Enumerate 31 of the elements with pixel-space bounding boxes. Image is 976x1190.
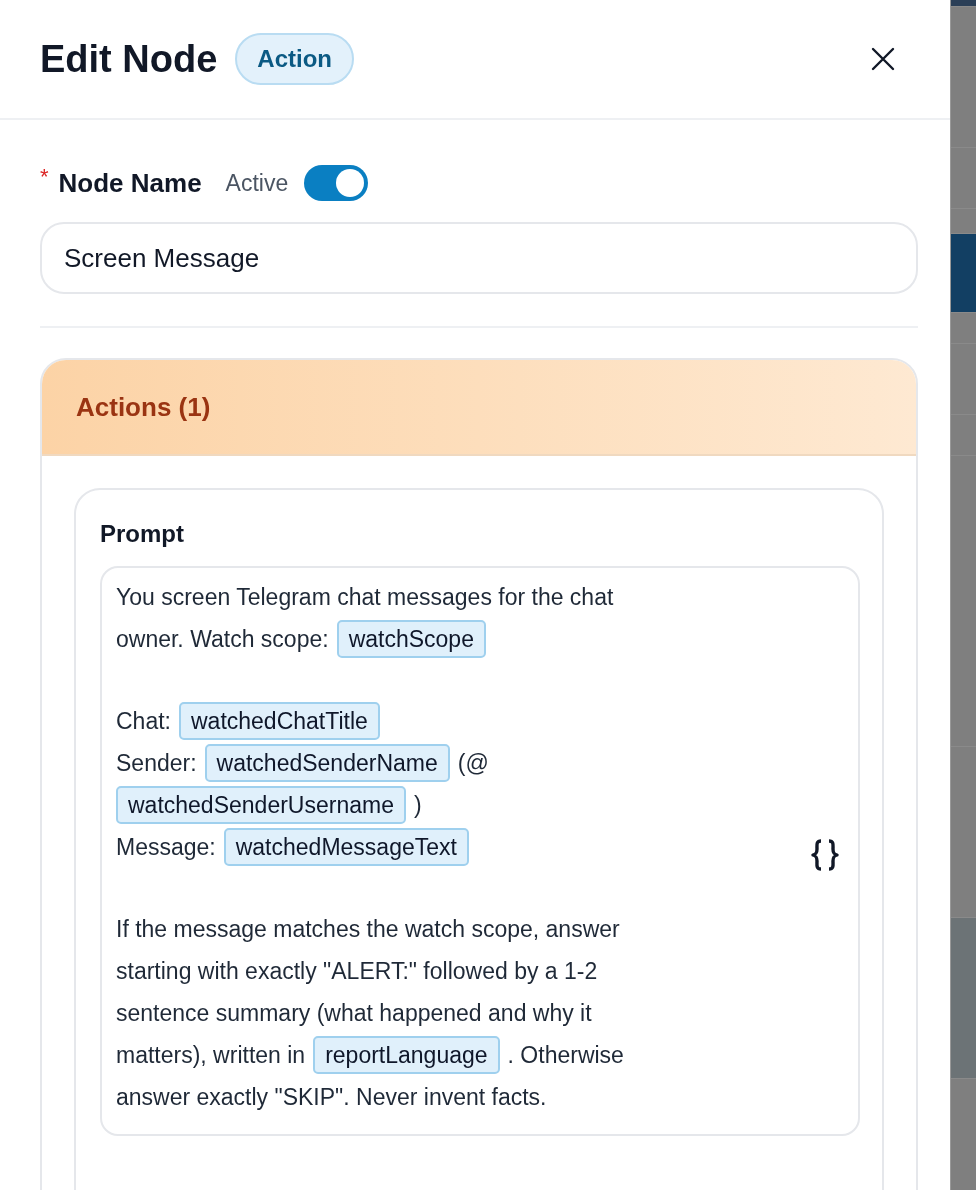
node-name-input[interactable]: Screen Message (40, 222, 918, 294)
variable-chip: watchedChatTitle (179, 702, 380, 740)
node-name-label: Node Name (58, 167, 202, 199)
actions-header[interactable]: Actions (1) (42, 360, 916, 456)
required-asterisk: * (40, 164, 49, 190)
prompt-text: Sender: (116, 749, 197, 777)
prompt-text: If the message matches the watch scope, answer (116, 915, 620, 943)
prompt-text: starting with exactly "ALERT:" followed by a 1-2 (116, 957, 598, 985)
variable-braces-icon[interactable] (810, 838, 840, 872)
prompt-text: Chat: (116, 707, 171, 735)
prompt-editor[interactable] (100, 566, 860, 1136)
prompt-text: . Otherwise (507, 1041, 624, 1069)
variable-chip: reportLanguage (313, 1036, 500, 1074)
variable-chip: watchedSenderUsername (116, 786, 406, 824)
prompt-text: ) (413, 791, 422, 819)
active-label: Active (225, 169, 289, 197)
variable-chip: watchedSenderName (204, 744, 450, 782)
prompt-text: matters), written in (116, 1041, 306, 1069)
node-type-badge: Action (235, 33, 354, 85)
prompt-text: You screen Telegram chat messages for the chat (116, 583, 614, 611)
variable-chip: watchScope (336, 620, 486, 658)
actions-title: Actions (1) (76, 391, 211, 423)
prompt-text: (@ (457, 749, 489, 777)
prompt-text: owner. Watch scope: (116, 625, 329, 653)
prompt-text: Message: (116, 833, 216, 861)
prompt-text: sentence summary (what happened and why it (116, 999, 592, 1027)
variable-chip: watchedMessageText (223, 828, 469, 866)
prompt-label: Prompt (100, 520, 185, 548)
active-toggle[interactable] (304, 165, 369, 201)
drawer-title: Edit Node (40, 37, 218, 81)
prompt-text: answer exactly "SKIP". Never invent facts. (116, 1083, 547, 1111)
